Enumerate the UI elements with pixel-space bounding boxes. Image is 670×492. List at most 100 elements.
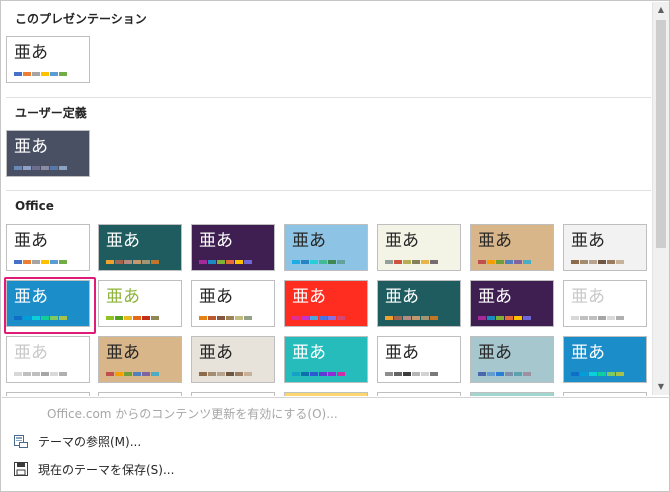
color-swatch [14,166,22,170]
color-swatch [328,316,336,320]
color-swatch [142,372,150,376]
color-swatch [50,260,58,264]
theme-thumbnail[interactable]: 亜あ [470,280,554,327]
color-swatch [319,372,327,376]
section-title-office: Office [15,199,54,213]
enable-content-updates-item[interactable]: Office.com からのコンテンツ更新を有効にする(O)... [2,400,669,426]
color-swatch [226,316,234,320]
color-swatch [32,166,40,170]
color-swatch [478,372,486,376]
color-swatch [151,372,159,376]
save-icon [13,461,29,477]
theme-thumbnail[interactable]: 亜あ [284,280,368,327]
theme-thumbnail[interactable]: 亜あ [377,336,461,383]
theme-thumbnail[interactable] [98,392,182,396]
color-swatches [106,372,159,376]
color-swatch [151,316,159,320]
theme-thumbnail[interactable]: 亜あ [191,224,275,271]
theme-thumbnail[interactable]: 亜あ [6,224,90,271]
color-swatch [430,372,438,376]
color-swatch [616,260,624,264]
color-swatch [32,260,40,264]
color-swatch [14,260,22,264]
color-swatches [106,260,159,264]
color-swatch [14,372,22,376]
theme-thumbnail[interactable]: 亜あ [6,130,90,177]
color-swatches [478,372,531,376]
color-swatch [41,372,49,376]
save-current-theme-item[interactable]: 現在のテーマを保存(S)... [2,456,669,482]
theme-thumbnail[interactable]: 亜あ [284,336,368,383]
color-swatch [319,260,327,264]
theme-thumbnail[interactable] [470,392,554,396]
theme-sample-glyph: 亜あ [14,231,48,251]
color-swatch [199,372,207,376]
color-swatch [523,372,531,376]
color-swatch [292,260,300,264]
gallery-scrollbar[interactable]: ▲ ▼ [652,2,669,395]
color-swatch [337,260,345,264]
color-swatch [59,260,67,264]
color-swatch [487,372,495,376]
browse-themes-item[interactable]: テーマの参照(M)... [2,428,669,454]
theme-thumbnail[interactable]: 亜あ [563,280,647,327]
color-swatch [133,316,141,320]
color-swatch [571,372,579,376]
color-swatch [319,316,327,320]
chevron-down-icon[interactable]: ▼ [653,379,669,395]
theme-thumbnail[interactable]: 亜あ [6,336,90,383]
color-swatch [106,372,114,376]
color-swatch [50,372,58,376]
theme-thumbnail[interactable]: 亜あ [377,280,461,327]
theme-thumbnail[interactable]: 亜あ [191,336,275,383]
theme-thumbnail[interactable] [191,392,275,396]
color-swatch [328,372,336,376]
theme-thumbnail[interactable] [6,392,90,396]
theme-thumbnail[interactable] [563,392,647,396]
color-swatches [14,166,67,170]
color-swatch [106,316,114,320]
chevron-up-icon[interactable]: ▲ [653,2,669,18]
theme-sample-glyph: 亜あ [478,343,512,363]
theme-thumbnail[interactable]: 亜あ [470,224,554,271]
theme-thumbnail[interactable]: 亜あ [563,224,647,271]
theme-thumbnail[interactable]: 亜あ [98,336,182,383]
theme-thumbnail[interactable]: 亜あ [284,224,368,271]
section-title-user-defined: ユーザー定義 [15,106,87,120]
theme-sample-glyph: 亜あ [478,287,512,307]
theme-sample-glyph: 亜あ [385,231,419,251]
save-current-theme-label: 現在のテーマを保存(S)... [38,462,175,477]
theme-thumbnail[interactable]: 亜あ [191,280,275,327]
theme-thumbnail[interactable]: 亜あ [377,224,461,271]
theme-thumbnail[interactable]: 亜あ [98,224,182,271]
theme-thumbnail[interactable] [284,392,368,396]
color-swatch [514,316,522,320]
scrollbar-thumb[interactable] [656,20,666,248]
selected-theme-frame [4,277,96,334]
color-swatch [598,260,606,264]
color-swatches [385,260,438,264]
theme-thumbnail[interactable]: 亜あ [98,280,182,327]
color-swatch [32,372,40,376]
color-swatch [496,372,504,376]
theme-gallery-dropdown: このプレゼンテーション 亜あ ユーザー定義 亜あ Office 亜あ 亜あ 亜あ 亜あ… [0,0,670,492]
color-swatch [430,316,438,320]
color-swatch [514,372,522,376]
theme-sample-glyph: 亜あ [571,231,605,251]
theme-thumbnail[interactable]: 亜あ [563,336,647,383]
color-swatch [244,316,252,320]
color-swatches [199,316,252,320]
color-swatches [14,372,67,376]
color-swatch [616,316,624,320]
color-swatch [41,72,49,76]
color-swatch [487,260,495,264]
theme-thumbnail[interactable] [377,392,461,396]
color-swatch [310,372,318,376]
color-swatch [580,260,588,264]
color-swatch [412,260,420,264]
color-swatch [403,260,411,264]
theme-thumbnail[interactable]: 亜あ [470,336,554,383]
theme-thumbnail[interactable]: 亜あ [6,36,90,83]
color-swatch [514,260,522,264]
color-swatch [208,316,216,320]
